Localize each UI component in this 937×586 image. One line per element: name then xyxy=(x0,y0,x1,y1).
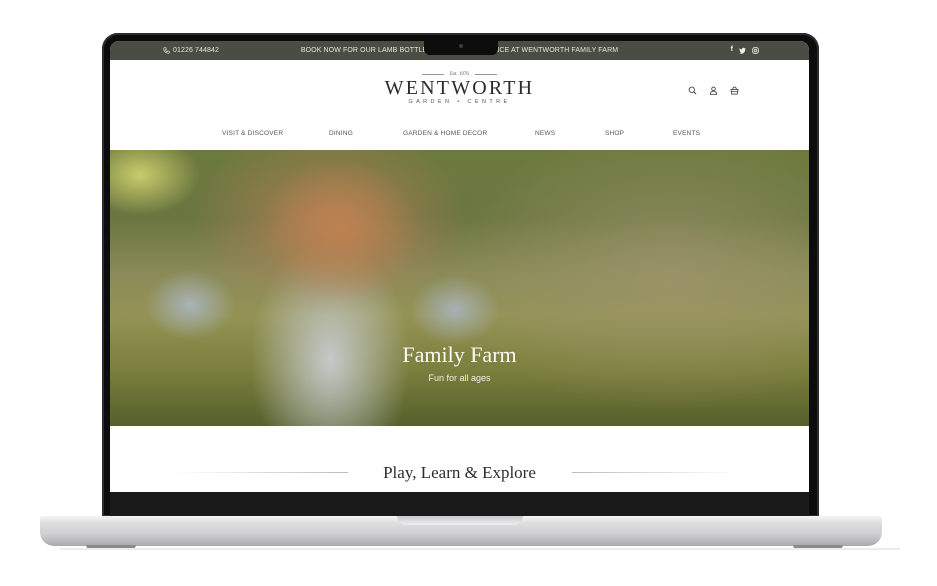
browser-viewport: 01226 744842 BOOK NOW FOR OUR LAMB BOTTL… xyxy=(110,41,809,492)
nav-events[interactable]: EVENTS xyxy=(673,130,700,137)
nav-news[interactable]: NEWS xyxy=(535,130,555,137)
social-links: f xyxy=(731,46,759,54)
logo-rule xyxy=(474,74,497,75)
header-icons xyxy=(688,86,739,95)
laptop-bezel-bottom xyxy=(110,492,809,517)
instagram-icon[interactable] xyxy=(752,46,759,54)
logo-rule xyxy=(422,74,445,75)
nav-visit-discover[interactable]: VISIT & DISCOVER xyxy=(222,130,283,137)
site-header: Est. 1976 WENTWORTH GARDEN • CENTRE VISI… xyxy=(110,60,809,150)
hero-subtitle: Fun for all ages xyxy=(428,373,491,383)
play-learn-explore-section: Play, Learn & Explore xyxy=(110,426,809,492)
camera-icon xyxy=(459,44,463,48)
facebook-icon[interactable]: f xyxy=(731,46,733,54)
twitter-icon[interactable] xyxy=(739,47,746,54)
basket-icon[interactable] xyxy=(730,86,739,95)
section-heading: Play, Learn & Explore xyxy=(383,463,536,482)
nav-shop[interactable]: SHOP xyxy=(605,130,624,137)
laptop-shadow xyxy=(60,548,900,550)
heading-divider-right xyxy=(572,472,742,473)
nav-garden-home-decor[interactable]: GARDEN & HOME DECOR xyxy=(403,130,487,137)
nav-dining[interactable]: DINING xyxy=(329,130,353,137)
hero-banner[interactable]: Family Farm Fun for all ages xyxy=(110,150,809,426)
logo-subtitle: GARDEN • CENTRE xyxy=(408,99,511,105)
laptop-lid-opening xyxy=(397,516,523,525)
search-icon[interactable] xyxy=(688,86,697,95)
hero-title: Family Farm xyxy=(402,342,517,367)
account-icon[interactable] xyxy=(709,86,718,95)
